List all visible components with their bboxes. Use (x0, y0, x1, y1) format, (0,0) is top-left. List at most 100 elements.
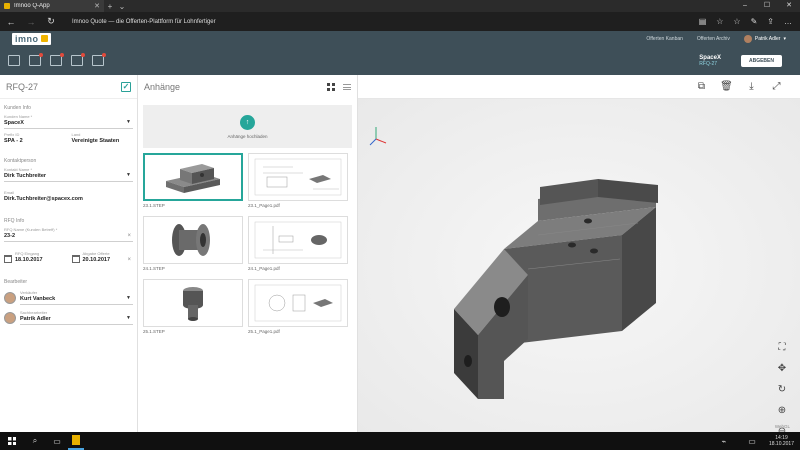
attachment-name: 24.1_Page1.pdf (248, 266, 280, 271)
share-icon[interactable]: ⇪ (767, 17, 774, 26)
attachment-card[interactable]: 23.1.STEP (143, 153, 243, 212)
browser-toolbar: ▤ ☆ ☆ ✎ ⇪ … (699, 17, 796, 26)
window-controls: – ☐ ✕ (734, 0, 800, 12)
refresh-icon[interactable]: ↻ (44, 16, 58, 27)
notifications-icon[interactable]: ▭ (741, 437, 763, 446)
pan-icon[interactable]: ✥ (776, 362, 788, 374)
app-favicon-icon (4, 3, 10, 9)
close-window-icon[interactable]: ✕ (778, 0, 800, 12)
favorite-star-icon[interactable]: ☆ (716, 17, 723, 26)
nav-link-kanban[interactable]: Offerten Kanban (646, 36, 683, 42)
upload-dropzone[interactable]: ↑ Anhänge hochladen (143, 105, 352, 148)
zoom-in-icon[interactable]: ⊕ (776, 404, 788, 416)
new-tab-icon[interactable]: + (104, 2, 116, 11)
download-icon[interactable]: ⤓ (746, 81, 757, 92)
search-icon[interactable]: ⌕ (24, 436, 46, 446)
windows-logo-icon (8, 437, 16, 445)
user-menu[interactable]: Patrik Adler ▾ (743, 34, 786, 43)
minimize-icon[interactable]: – (734, 0, 756, 12)
due-date-field[interactable]: Abgabe Offerte 20.10.2017 × (83, 251, 134, 265)
submit-button[interactable]: ABGEBEN (740, 54, 782, 67)
fit-view-icon[interactable]: ⛶ (776, 341, 788, 353)
network-icon[interactable]: ⌁ (713, 437, 735, 446)
contact-name-select[interactable]: Kontakt Name * Dirk Tuchbreiter ▼ (4, 167, 133, 182)
offer-icon[interactable] (92, 53, 106, 66)
favorites-hub-icon[interactable]: ☆ (733, 17, 740, 26)
tab-title: Imnoo Q-App (14, 3, 50, 9)
received-date-field[interactable]: RFQ Eingang 18.10.2017 (15, 251, 66, 265)
avatar (4, 311, 16, 324)
browser-tab[interactable]: Imnoo Q-App ✕ (0, 0, 104, 12)
avatar (743, 34, 752, 43)
attachment-name: 25.1.STEP (143, 329, 165, 334)
maximize-icon[interactable]: ☐ (756, 0, 778, 12)
logo-mark-icon (40, 35, 48, 42)
taskbar-app-imnoo[interactable] (68, 432, 84, 450)
close-tab-icon[interactable]: ✕ (94, 2, 100, 10)
rfq-info-section: RFQ Info RFQ Name (Kunden Betreff) * 23-… (4, 218, 134, 265)
grid-view-icon[interactable] (327, 83, 335, 91)
customer-section: Kunden Info Kunden Name * SpaceX ▼ Prefi… (0, 105, 137, 146)
upload-icon[interactable]: ↑ (240, 114, 255, 130)
calendar-icon[interactable] (4, 255, 12, 263)
calculation-icon[interactable] (71, 53, 85, 66)
attachments-title: Anhänge (144, 82, 181, 92)
start-button[interactable] (0, 437, 24, 445)
forward-icon[interactable]: → (24, 17, 38, 27)
reading-view-icon[interactable]: ▤ (699, 17, 707, 26)
attachment-card[interactable]: 24.1_Page1.pdf (248, 216, 348, 275)
url-field[interactable]: Imnoo Quote — die Offerten-Plattform für… (64, 19, 693, 25)
attachment-card[interactable]: 25.1_Page1.pdf (248, 279, 348, 338)
rfq-form-panel: RFQ-27 ✓ Kunden Info Kunden Name * Space… (0, 75, 138, 432)
fullscreen-icon[interactable]: ⤢ (771, 81, 782, 92)
dropdown-arrow-icon: ▼ (126, 295, 131, 301)
dropdown-arrow-icon: ▼ (126, 315, 131, 321)
cube-view-icon[interactable]: ⧉ (696, 81, 707, 92)
attachment-card[interactable]: 25.1.STEP (143, 279, 243, 338)
attachment-card[interactable]: 23.1_Page1.pdf (248, 153, 348, 212)
clear-icon[interactable]: × (127, 257, 131, 263)
rfq-name-input[interactable]: RFQ Name (Kunden Betreff) * 23-2 × (4, 227, 133, 242)
parts-icon[interactable] (50, 53, 64, 66)
complete-checkbox[interactable]: ✓ (121, 81, 131, 92)
pdf-preview-image (248, 153, 348, 201)
viewer-toolbar: ⧉ 🗑 ⤓ ⤢ (358, 75, 800, 99)
clear-icon[interactable]: × (127, 233, 131, 239)
3d-canvas[interactable]: ⛶ ✥ ↻ ⊕ ⊖ WebGL (358, 99, 800, 437)
rfq-list-icon[interactable] (29, 53, 43, 66)
chevron-down-icon[interactable]: ⌄ (116, 2, 128, 11)
axis-gizmo-icon (369, 127, 387, 146)
tech-select[interactable]: Sachbearbeiter Patrik Adler ▼ (20, 310, 133, 325)
task-view-icon[interactable]: ▭ (46, 437, 68, 446)
avatar (4, 291, 16, 304)
app-logo[interactable]: imno (12, 32, 51, 45)
notes-icon[interactable]: ✎ (751, 17, 758, 26)
dropdown-arrow-icon: ▼ (126, 172, 131, 178)
calendar-icon[interactable] (71, 255, 80, 263)
renderer-label: WebGL (774, 424, 790, 429)
step-preview-image (143, 216, 243, 264)
upload-label: Anhänge hochladen (227, 133, 268, 139)
customer-name-select[interactable]: Kunden Name * SpaceX ▼ (4, 114, 133, 129)
new-rfq-icon[interactable] (8, 55, 20, 66)
project-name: SpaceX (699, 54, 721, 61)
delete-icon[interactable]: 🗑 (720, 81, 733, 92)
section-title: Kunden Info (4, 105, 31, 111)
rotate-icon[interactable]: ↻ (776, 383, 788, 395)
back-icon[interactable]: ← (4, 17, 18, 27)
attachment-card[interactable]: 24.1.STEP (143, 216, 243, 275)
list-view-icon[interactable] (343, 84, 351, 90)
contact-section: Kontaktperson Kontakt Name * Dirk Tuchbr… (4, 158, 133, 202)
logo-text: imno (15, 33, 39, 44)
nav-link-archive[interactable]: Offerten Archiv (697, 36, 730, 42)
clock[interactable]: 14:19 18.10.2017 (769, 435, 794, 447)
os-taskbar: ⌕ ▭ ⌁ ▭ 14:19 18.10.2017 (0, 432, 800, 450)
seller-select[interactable]: Verkäufer Kurt Vanbeck ▼ (20, 290, 133, 305)
pdf-preview-image (248, 216, 348, 264)
system-tray: ⌁ ▭ 14:19 18.10.2017 (713, 435, 800, 447)
more-icon[interactable]: … (784, 17, 792, 26)
address-bar: ← → ↻ Imnoo Quote — die Offerten-Plattfo… (0, 12, 800, 31)
attachment-name: 23.1_Page1.pdf (248, 203, 280, 208)
top-nav: Offerten Kanban Offerten Archiv Patrik A… (646, 34, 800, 43)
attachment-name: 23.1.STEP (143, 203, 165, 208)
